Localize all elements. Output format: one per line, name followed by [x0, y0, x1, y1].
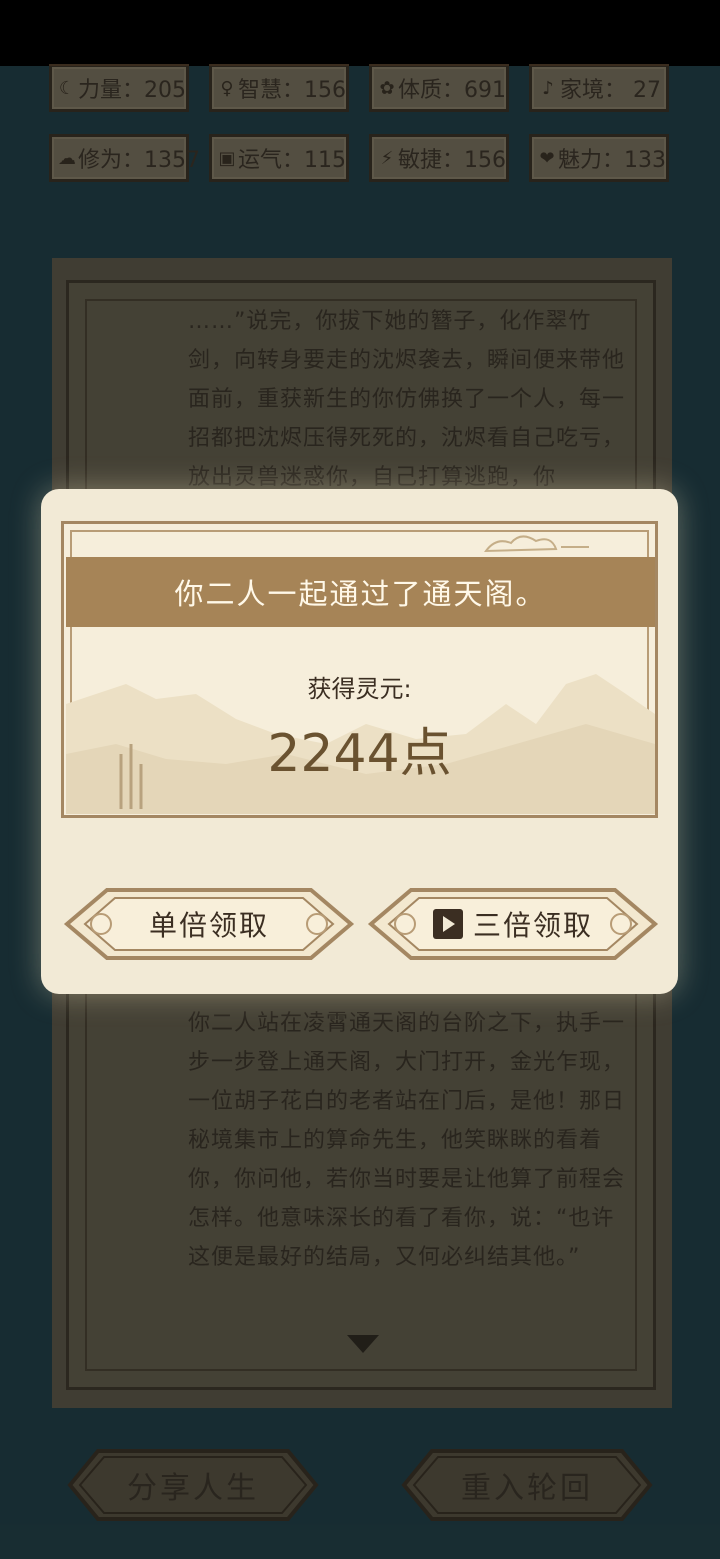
status-bar	[0, 0, 720, 66]
share-life-button[interactable]: 分享人生	[50, 1447, 336, 1523]
wisdom-icon: ♀	[220, 77, 234, 99]
stat-charm: ❤ 魅力：133	[529, 134, 669, 182]
strength-icon: ☾	[58, 77, 76, 99]
agility-icon: ⚡	[380, 147, 394, 169]
video-play-icon	[432, 909, 463, 939]
cultivation-icon: ☁	[58, 147, 76, 169]
scroll-down-arrow-icon[interactable]	[347, 1335, 379, 1353]
reward-label: 获得灵元:	[307, 675, 412, 703]
dialog-message: 你二人一起通过了通天阁。	[66, 557, 655, 627]
story-text-top: ……”说完，你拔下她的簪子，化作翠竹剑，向转身要走的沈烬袭去，瞬间便来带他面前，…	[188, 309, 626, 490]
reward-value: 2244点	[267, 724, 452, 784]
claim-triple-button[interactable]: 三倍领取	[367, 884, 659, 964]
stat-agility: ⚡ 敏捷：156	[369, 134, 509, 182]
story-text-bottom: 你二人站在凌霄通天阁的台阶之下，执手一步一步登上通天阁，大门打开，金光乍现，一位…	[188, 1011, 626, 1270]
stat-wisdom: ♀ 智慧：156	[209, 64, 349, 112]
stat-constitution: ✿ 体质：691	[369, 64, 509, 112]
charm-icon: ❤	[539, 147, 555, 169]
stat-cultivation: ☁ 修为：1357	[49, 134, 200, 182]
constitution-icon: ✿	[379, 77, 395, 99]
claim-single-button[interactable]: 单倍领取	[63, 884, 355, 964]
restart-life-button[interactable]: 重入轮回	[384, 1447, 670, 1523]
stat-strength: ☾ 力量：205	[49, 64, 189, 112]
luck-icon: ▣	[218, 147, 236, 169]
reward-dialog: 你二人一起通过了通天阁。 获得灵元: 2244点 单倍领取 三倍领取	[41, 489, 678, 994]
family-icon: ♪	[542, 77, 554, 99]
stat-luck: ▣ 运气：115	[209, 134, 349, 182]
stat-family: ♪ 家境： 27	[529, 64, 669, 112]
cloud-icon	[484, 535, 589, 553]
